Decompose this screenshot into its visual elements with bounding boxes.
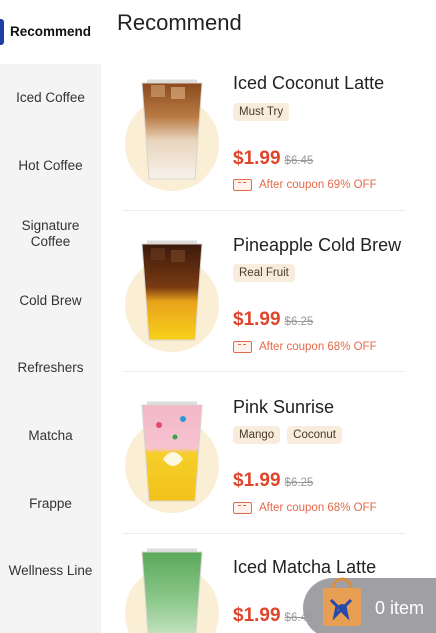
product-card[interactable]: Pink Sunrise Mango Coconut $1.99 $6.25 A… bbox=[101, 384, 436, 534]
original-price: $6.25 bbox=[284, 477, 314, 489]
product-price: $1.99 bbox=[233, 309, 281, 330]
sidebar-item-label: Cold Brew bbox=[19, 293, 82, 308]
sidebar-item-refreshers[interactable]: Refreshers bbox=[0, 334, 101, 402]
sidebar-item-label: Signature Coffee bbox=[21, 218, 80, 249]
product-card[interactable]: Iced Coconut Latte Must Try $1.99 $6.45 … bbox=[101, 60, 436, 210]
product-image bbox=[125, 401, 219, 513]
sidebar-item-cold-brew[interactable]: Cold Brew bbox=[0, 268, 101, 334]
product-tag: Real Fruit bbox=[233, 264, 295, 282]
product-price: $1.99 bbox=[233, 148, 281, 169]
sidebar-item-label: Recommend bbox=[9, 24, 92, 39]
coupon-text: After coupon 68% OFF bbox=[259, 341, 377, 353]
coupon-ticket-icon bbox=[233, 341, 252, 353]
sidebar-item-signature-coffee[interactable]: Signature Coffee bbox=[0, 200, 101, 268]
product-price: $1.99 bbox=[233, 470, 281, 491]
divider bbox=[123, 371, 405, 372]
product-list: Recommend Iced Coconut Latte Must Try $1… bbox=[101, 0, 436, 633]
product-tags: Must Try bbox=[233, 103, 290, 121]
sidebar-item-hot-coffee[interactable]: Hot Coffee bbox=[0, 132, 101, 200]
product-name: Pink Sunrise bbox=[233, 397, 335, 417]
sidebar-item-wellness-line[interactable]: Wellness Line bbox=[0, 538, 101, 604]
product-price: $1.99 bbox=[233, 605, 281, 626]
coupon-info: After coupon 69% OFF bbox=[233, 179, 377, 191]
sidebar-item-label: Matcha bbox=[28, 428, 73, 443]
product-image bbox=[125, 548, 219, 633]
price-row: $1.99 $6.25 bbox=[233, 309, 313, 331]
price-row: $1.99 $6.25 bbox=[233, 470, 313, 492]
product-tags: Real Fruit bbox=[233, 264, 295, 282]
coupon-info: After coupon 68% OFF bbox=[233, 341, 377, 353]
sidebar-item-frappe[interactable]: Frappe bbox=[0, 470, 101, 538]
shopping-bag-icon bbox=[323, 577, 361, 626]
product-tag: Mango bbox=[233, 426, 281, 444]
coupon-text: After coupon 69% OFF bbox=[259, 179, 377, 191]
iced-coconut-latte-cup-icon bbox=[141, 79, 203, 180]
product-card[interactable]: Pineapple Cold Brew Real Fruit $1.99 $6.… bbox=[101, 222, 436, 372]
original-price: $6.25 bbox=[284, 316, 314, 328]
sidebar-item-label: Iced Coffee bbox=[16, 90, 85, 105]
divider bbox=[123, 210, 405, 211]
sidebar-item-label: Wellness Line bbox=[8, 563, 93, 578]
price-row: $1.99 $6.45 bbox=[233, 605, 313, 627]
section-title: Recommend bbox=[117, 10, 242, 35]
coupon-text: After coupon 68% OFF bbox=[259, 502, 377, 514]
pineapple-cold-brew-cup-icon bbox=[141, 240, 203, 341]
product-name: Iced Coconut Latte bbox=[233, 73, 385, 93]
product-tags: Mango Coconut bbox=[233, 426, 343, 444]
sidebar-item-recommend[interactable]: Recommend bbox=[0, 0, 101, 64]
iced-matcha-latte-cup-icon bbox=[141, 548, 203, 633]
product-image bbox=[125, 240, 219, 352]
product-tag: Must Try bbox=[233, 103, 290, 121]
price-row: $1.99 $6.45 bbox=[233, 148, 313, 170]
pink-sunrise-cup-icon bbox=[141, 401, 203, 502]
product-image bbox=[125, 79, 219, 191]
sidebar-item-matcha[interactable]: Matcha bbox=[0, 402, 101, 470]
sidebar-item-label: Hot Coffee bbox=[18, 158, 83, 173]
sidebar-item-iced-coffee[interactable]: Iced Coffee bbox=[0, 64, 101, 132]
original-price: $6.45 bbox=[284, 155, 314, 167]
divider bbox=[123, 533, 405, 534]
product-tag: Coconut bbox=[287, 426, 343, 444]
category-sidebar: Recommend Iced Coffee Hot Coffee Signatu… bbox=[0, 0, 101, 633]
cart-count: 0 item bbox=[375, 598, 425, 618]
product-name: Pineapple Cold Brew bbox=[233, 235, 402, 255]
active-indicator bbox=[0, 19, 4, 45]
sidebar-item-label: Frappe bbox=[29, 496, 72, 511]
coupon-info: After coupon 68% OFF bbox=[233, 502, 377, 514]
cart-button[interactable]: 0 item bbox=[303, 577, 436, 633]
coupon-ticket-icon bbox=[233, 179, 252, 191]
coupon-ticket-icon bbox=[233, 502, 252, 514]
sidebar-item-label: Refreshers bbox=[17, 360, 84, 375]
